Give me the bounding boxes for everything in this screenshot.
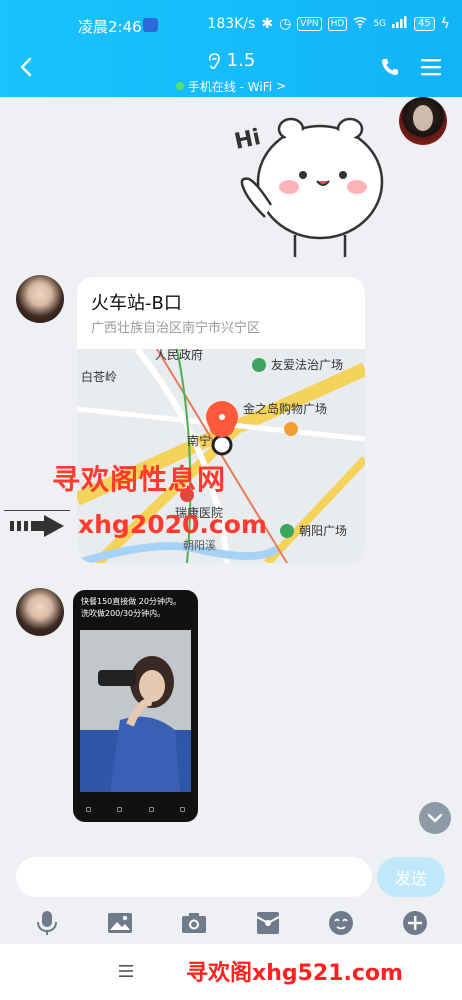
net-speed: 183K/s: [207, 16, 256, 32]
image-caption-line: 快餐150直接做 20分钟内。: [81, 597, 181, 606]
sticker-text: Hi: [232, 125, 263, 155]
watermark-en: xhg2020.com: [78, 510, 267, 539]
charging-icon: ϟ: [440, 16, 450, 32]
plus-icon: [403, 911, 428, 935]
map-label: 人民政府: [155, 349, 203, 362]
wifi-icon: [353, 16, 367, 32]
hd-badge: HD: [327, 17, 348, 31]
alarm-icon: ◷: [279, 16, 292, 32]
signal-icon: [392, 16, 408, 32]
network-type: 5G: [373, 19, 387, 29]
status-bar: 凌晨2:46 183K/s ✱ ◷ VPN HD 5G 45 ϟ: [0, 14, 462, 38]
emoji-button[interactable]: [326, 908, 356, 938]
contact-name-row: 1.5: [207, 50, 256, 71]
phone-icon[interactable]: [380, 57, 400, 77]
scroll-down-button[interactable]: [419, 802, 451, 834]
online-status-text: 手机在线 - WiFi: [187, 79, 273, 94]
more-button[interactable]: [400, 908, 430, 938]
image-button[interactable]: [105, 908, 135, 938]
image-message[interactable]: 快餐150直接做 20分钟内。 洗吹做200/30分钟内。: [73, 590, 198, 822]
map-label: 朝阳广场: [299, 524, 347, 538]
map-label: 南宁: [187, 433, 211, 448]
voice-button[interactable]: [32, 908, 62, 938]
online-dot: [175, 82, 184, 90]
emoji-icon: [329, 911, 354, 935]
ear-icon: [208, 52, 220, 69]
bluetooth-icon: ✱: [261, 16, 274, 32]
camera-icon: [182, 913, 207, 933]
map-label: 白苍岭: [81, 369, 117, 384]
chat-header: 凌晨2:46 183K/s ✱ ◷ VPN HD 5G 45 ϟ 1.5 手机在…: [0, 0, 462, 97]
friend-avatar[interactable]: [16, 588, 64, 636]
vpn-badge: VPN: [297, 17, 322, 31]
watermark-cn: 寻欢阁性息网: [52, 463, 227, 496]
image-icon: [108, 913, 133, 933]
online-status: 手机在线 - WiFi >: [0, 78, 462, 95]
mic-icon: [36, 911, 57, 935]
chevron-down-icon: [427, 813, 443, 823]
battery-level: 45: [414, 17, 435, 31]
image-caption: 快餐150直接做 20分钟内。 洗吹做200/30分钟内。: [81, 596, 181, 620]
location-address: 广西壮族自治区南宁市兴宁区: [91, 321, 261, 336]
map-label: 友爱法治广场: [271, 358, 343, 372]
message-input[interactable]: [16, 857, 372, 897]
map-label: 金之岛购物广场: [243, 401, 327, 416]
map-label: 朝阳溪: [183, 539, 216, 552]
nav-menu-icon[interactable]: [117, 962, 135, 980]
status-time: 凌晨2:46: [78, 18, 142, 36]
sticker-message[interactable]: Hi: [225, 107, 390, 257]
chevron-right-icon: >: [276, 79, 287, 93]
contact-name: 1.5: [226, 50, 256, 71]
watermark-footer: 寻欢阁xhg521.com: [186, 961, 403, 986]
input-row: 发送: [0, 852, 462, 902]
red-packet-icon: [256, 912, 280, 934]
my-avatar[interactable]: [399, 97, 447, 145]
menu-icon[interactable]: [420, 56, 442, 78]
arrow-right-icon: [10, 515, 64, 537]
input-toolbar: [0, 902, 462, 944]
location-title: 火车站-B口: [91, 293, 182, 314]
status-right: 183K/s ✱ ◷ VPN HD 5G 45 ϟ: [207, 16, 450, 32]
image-toolbar: [73, 800, 198, 818]
friend-avatar[interactable]: [16, 275, 64, 323]
notification-icon: [143, 18, 158, 32]
send-button[interactable]: 发送: [377, 857, 445, 897]
image-caption-line: 洗吹做200/30分钟内。: [81, 609, 166, 618]
watermark-line: [4, 510, 70, 511]
red-packet-button[interactable]: [253, 908, 283, 938]
camera-button[interactable]: [179, 908, 209, 938]
photo: [80, 630, 191, 792]
